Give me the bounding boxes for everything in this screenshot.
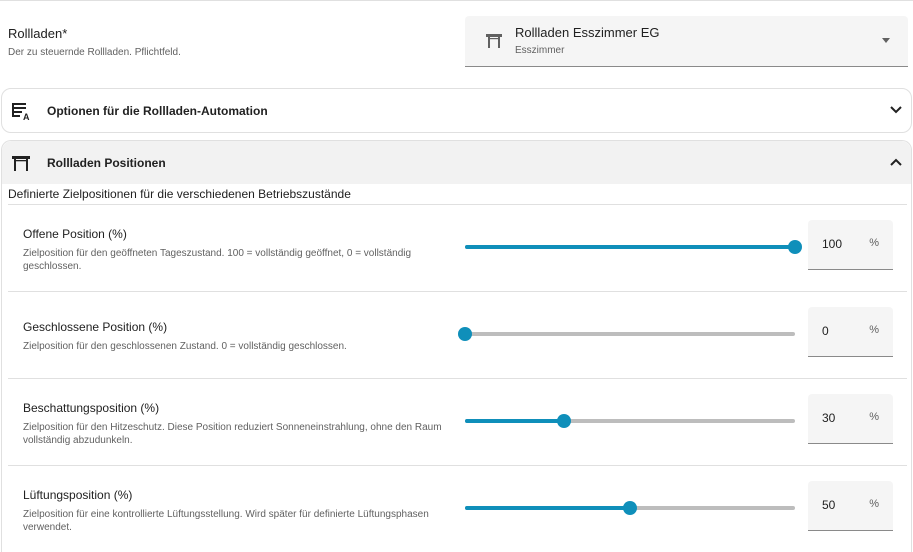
automation-options-panel: A Optionen für die Rollladen-Automation (1, 88, 912, 133)
slider-fill (465, 419, 564, 423)
unit-label: % (869, 237, 879, 249)
closed-position-input[interactable]: % (808, 307, 893, 357)
open-position-value[interactable] (822, 237, 862, 251)
entity-picker-title: Rollladen Esszimmer EG (515, 25, 660, 40)
entity-description: Der zu steuernde Rollladen. Pflichtfeld. (8, 47, 181, 58)
unit-label: % (869, 411, 879, 423)
dropdown-arrow-icon[interactable] (882, 38, 890, 43)
chevron-up-icon[interactable] (889, 155, 903, 169)
slider-thumb[interactable] (458, 327, 472, 341)
automation-options-title: Optionen für die Rollladen-Automation (47, 104, 268, 118)
row-title: Beschattungsposition (%) (23, 401, 160, 415)
text-box-settings-icon: A (12, 103, 30, 120)
position-row-closed: Geschlossene Position (%) Zielposition f… (8, 292, 907, 379)
position-row-open: Offene Position (%) Zielposition für den… (8, 205, 907, 292)
ventilation-position-input[interactable]: % (808, 481, 893, 531)
row-title: Lüftungsposition (%) (23, 488, 133, 502)
slider-track (465, 332, 795, 336)
closed-position-slider[interactable] (458, 326, 795, 342)
position-row-ventilation: Lüftungsposition (%) Zielposition für ei… (8, 466, 907, 552)
slider-fill (465, 506, 630, 510)
shading-position-input[interactable]: % (808, 394, 893, 444)
automation-options-header[interactable]: A Optionen für die Rollladen-Automation (2, 89, 911, 133)
unit-label: % (869, 324, 879, 336)
row-description: Zielposition für den Hitzeschutz. Diese … (23, 422, 442, 446)
positions-title: Rollladen Positionen (47, 156, 166, 170)
entity-row: Rollladen* Der zu steuernde Rollladen. P… (0, 0, 913, 80)
row-title: Offene Position (%) (23, 227, 127, 241)
ventilation-position-slider[interactable] (465, 500, 795, 516)
svg-text:A: A (23, 112, 30, 120)
unit-label: % (869, 498, 879, 510)
slider-thumb[interactable] (623, 501, 637, 515)
row-title: Geschlossene Position (%) (23, 320, 168, 334)
open-position-slider[interactable] (465, 239, 802, 255)
open-position-input[interactable]: % (808, 220, 893, 270)
position-row-shading: Beschattungsposition (%) Zielposition fü… (8, 379, 907, 466)
chevron-down-icon[interactable] (889, 103, 903, 117)
positions-header[interactable]: Rollladen Positionen (2, 141, 911, 184)
positions-description: Definierte Zielpositionen für die versch… (8, 187, 351, 201)
closed-position-value[interactable] (822, 324, 862, 338)
slider-thumb[interactable] (557, 414, 571, 428)
slider-thumb[interactable] (788, 240, 802, 254)
row-description: Zielposition für den geöffneten Tageszus… (23, 248, 412, 272)
shading-position-slider[interactable] (465, 413, 795, 429)
slider-fill (465, 245, 795, 249)
row-description: Zielposition für eine kontrollierte Lüft… (23, 509, 429, 533)
window-shutter-icon (12, 156, 30, 171)
shading-position-value[interactable] (822, 411, 862, 425)
row-description: Zielposition für den geschlossenen Zusta… (23, 341, 347, 352)
window-shutter-icon (486, 34, 502, 48)
entity-picker[interactable]: Rollladen Esszimmer EG Esszimmer (465, 16, 908, 67)
ventilation-position-value[interactable] (822, 498, 862, 512)
entity-picker-subtitle: Esszimmer (515, 45, 565, 56)
entity-label: Rollladen* (8, 26, 68, 41)
